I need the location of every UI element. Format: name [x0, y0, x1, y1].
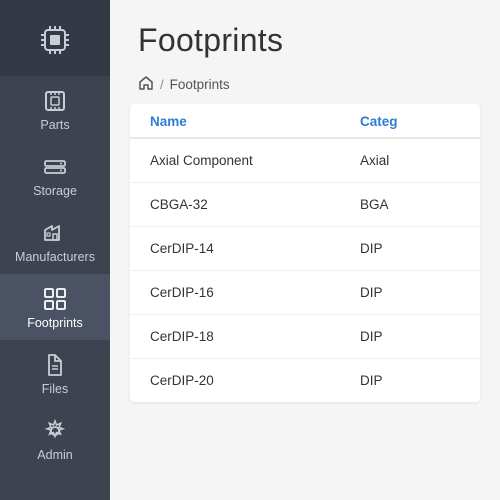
sidebar-item-manufacturers[interactable]: Manufacturers	[0, 208, 110, 274]
table-body: Axial Component Axial CBGA-32 BGA CerDIP…	[130, 139, 480, 402]
footprints-table: Name Categ Axial Component Axial CBGA-32…	[130, 104, 480, 402]
table-row[interactable]: CerDIP-14 DIP	[130, 227, 480, 271]
breadcrumb: / Footprints	[110, 69, 500, 104]
cell-name: CerDIP-18	[150, 329, 360, 344]
sidebar-item-files-label: Files	[42, 382, 68, 396]
cell-name: CBGA-32	[150, 197, 360, 212]
cell-category: DIP	[360, 329, 460, 344]
app-logo-icon	[33, 18, 77, 62]
page-title: Footprints	[138, 22, 472, 59]
admin-icon	[42, 418, 68, 444]
cell-category: BGA	[360, 197, 460, 212]
table-row[interactable]: CerDIP-18 DIP	[130, 315, 480, 359]
sidebar-item-files[interactable]: Files	[0, 340, 110, 406]
breadcrumb-separator: /	[160, 77, 164, 92]
cell-name: CerDIP-16	[150, 285, 360, 300]
sidebar-logo	[0, 0, 110, 76]
sidebar-item-storage[interactable]: Storage	[0, 142, 110, 208]
breadcrumb-current: Footprints	[170, 77, 230, 92]
page-header: Footprints	[110, 0, 500, 69]
main-content: Footprints / Footprints Name Categ Axial…	[110, 0, 500, 500]
breadcrumb-home-icon[interactable]	[138, 75, 154, 94]
table-header: Name Categ	[130, 104, 480, 139]
parts-icon	[42, 88, 68, 114]
column-header-name: Name	[150, 114, 360, 129]
sidebar-item-manufacturers-label: Manufacturers	[15, 250, 95, 264]
storage-icon	[42, 154, 68, 180]
footprints-icon	[42, 286, 68, 312]
table-row[interactable]: CerDIP-16 DIP	[130, 271, 480, 315]
manufacturers-icon	[42, 220, 68, 246]
files-icon	[42, 352, 68, 378]
sidebar-item-footprints[interactable]: Footprints	[0, 274, 110, 340]
table-row[interactable]: Axial Component Axial	[130, 139, 480, 183]
column-header-category: Categ	[360, 114, 460, 129]
sidebar-item-footprints-label: Footprints	[27, 316, 83, 330]
table-row[interactable]: CBGA-32 BGA	[130, 183, 480, 227]
cell-name: CerDIP-14	[150, 241, 360, 256]
sidebar-item-admin-label: Admin	[37, 448, 72, 462]
table-row[interactable]: CerDIP-20 DIP	[130, 359, 480, 402]
cell-category: DIP	[360, 285, 460, 300]
cell-category: DIP	[360, 241, 460, 256]
sidebar: Parts Storage Manufacturers Footprints	[0, 0, 110, 500]
sidebar-item-storage-label: Storage	[33, 184, 77, 198]
sidebar-item-parts-label: Parts	[40, 118, 69, 132]
sidebar-item-admin[interactable]: Admin	[0, 406, 110, 472]
cell-name: Axial Component	[150, 153, 360, 168]
cell-name: CerDIP-20	[150, 373, 360, 388]
cell-category: Axial	[360, 153, 460, 168]
sidebar-item-parts[interactable]: Parts	[0, 76, 110, 142]
cell-category: DIP	[360, 373, 460, 388]
